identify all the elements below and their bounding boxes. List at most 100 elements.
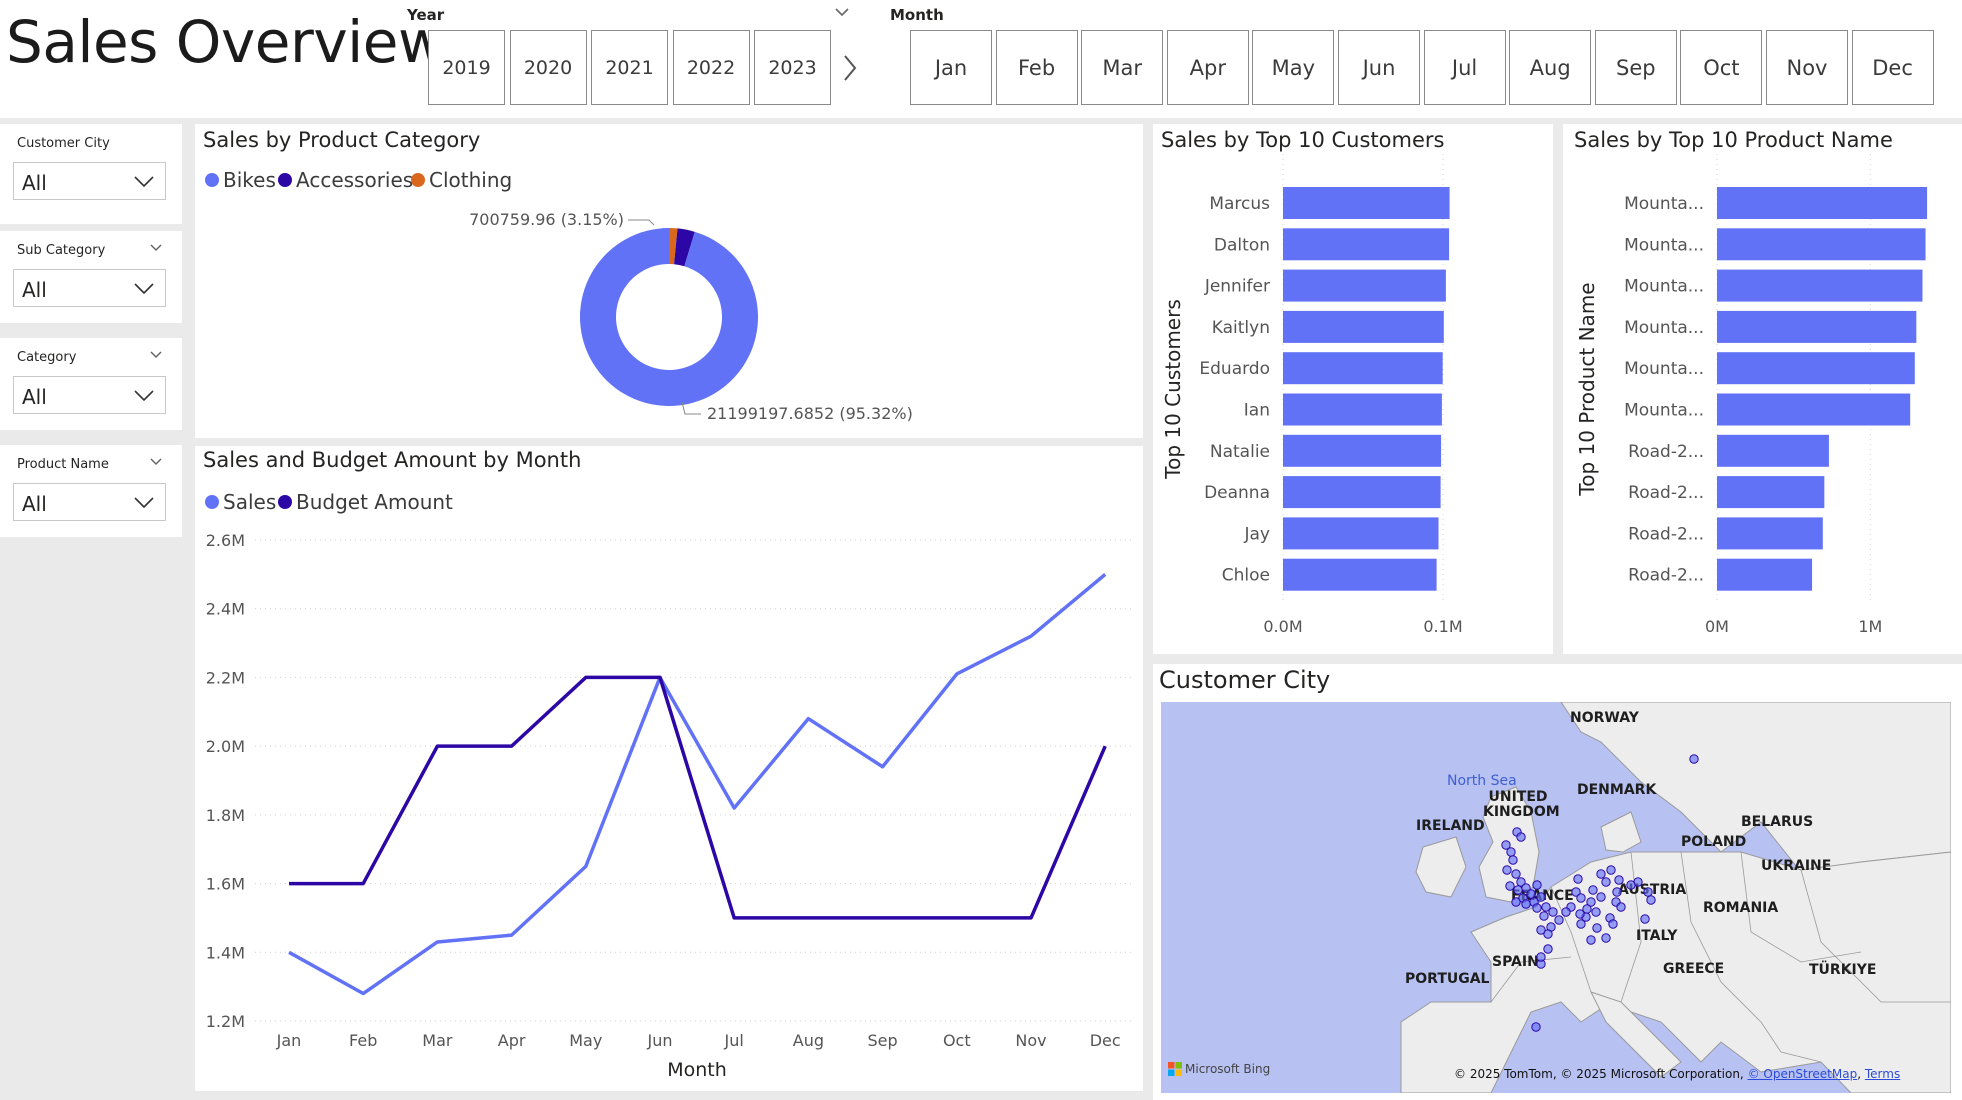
month-tile-jul[interactable]: Jul [1423, 30, 1506, 105]
city-marker[interactable] [1576, 893, 1586, 903]
sub-category-collapse-chevron-icon[interactable] [149, 243, 163, 253]
year-tile-2022[interactable]: 2022 [672, 30, 750, 105]
x-tick-label: Nov [1015, 1031, 1046, 1050]
year-tile-2023[interactable]: 2023 [754, 30, 831, 105]
bar-5[interactable] [1283, 352, 1443, 385]
city-marker[interactable] [1576, 919, 1586, 929]
city-marker[interactable] [1521, 899, 1531, 909]
bar-1[interactable] [1283, 187, 1450, 219]
city-marker[interactable] [1532, 903, 1542, 913]
year-slicer-chevron-down-icon[interactable] [834, 6, 850, 18]
bar-10[interactable] [1283, 558, 1437, 591]
city-marker[interactable] [1536, 952, 1546, 962]
city-marker[interactable] [1640, 914, 1650, 924]
city-marker[interactable] [1531, 1022, 1541, 1032]
city-marker[interactable] [1582, 904, 1592, 914]
month-tile-sep[interactable]: Sep [1594, 30, 1677, 105]
product-name-dropdown[interactable]: All [13, 483, 166, 521]
bar-3[interactable] [1717, 269, 1923, 302]
city-marker[interactable] [1505, 881, 1515, 891]
city-marker[interactable] [1526, 889, 1536, 899]
bar-9[interactable] [1283, 517, 1439, 550]
city-marker[interactable] [1588, 885, 1598, 895]
city-marker[interactable] [1596, 892, 1606, 902]
city-marker[interactable] [1502, 865, 1512, 875]
year-tile-2021[interactable]: 2021 [591, 30, 668, 105]
month-tile-may[interactable]: May [1252, 30, 1335, 105]
city-marker[interactable] [1596, 869, 1606, 879]
customer-city-dropdown[interactable]: All [13, 162, 166, 200]
category-label: Road-2... [1628, 524, 1704, 544]
bar-2[interactable] [1283, 228, 1450, 261]
city-marker[interactable] [1536, 925, 1546, 935]
city-marker[interactable] [1586, 935, 1596, 945]
month-tile-nov[interactable]: Nov [1766, 30, 1848, 105]
bar-4[interactable] [1717, 310, 1917, 343]
line-series-budget-amount[interactable] [289, 675, 1107, 920]
map-city-markers[interactable] [1161, 702, 1951, 1093]
city-marker[interactable] [1506, 847, 1516, 857]
year-scroll-right-icon[interactable] [840, 53, 860, 83]
category-collapse-chevron-icon[interactable] [149, 350, 163, 360]
city-marker[interactable] [1554, 915, 1564, 925]
bar-1[interactable] [1717, 187, 1928, 219]
bar-2[interactable] [1717, 228, 1926, 261]
bar-9[interactable] [1717, 517, 1823, 550]
bar-6[interactable] [1717, 393, 1911, 426]
city-marker[interactable] [1643, 887, 1653, 897]
month-tile-aug[interactable]: Aug [1509, 30, 1592, 105]
city-marker[interactable] [1614, 875, 1624, 885]
city-marker[interactable] [1646, 895, 1656, 905]
bar-8[interactable] [1717, 476, 1825, 509]
city-marker[interactable] [1689, 754, 1699, 764]
bar-3[interactable] [1283, 269, 1446, 302]
category-dropdown[interactable]: All [13, 376, 166, 414]
bar-5[interactable] [1717, 352, 1915, 385]
month-tile-oct[interactable]: Oct [1680, 30, 1763, 105]
city-marker[interactable] [1561, 907, 1571, 917]
city-marker[interactable] [1601, 877, 1611, 887]
city-marker[interactable] [1626, 880, 1636, 890]
year-tile-2020[interactable]: 2020 [509, 30, 587, 105]
city-marker[interactable] [1532, 880, 1542, 890]
city-marker[interactable] [1536, 892, 1546, 902]
city-marker[interactable] [1513, 885, 1523, 895]
bar-10[interactable] [1717, 558, 1813, 591]
customer-city-map[interactable]: NORWAY DENMARK UNITED KINGDOM IRELAND BELARU… [1161, 702, 1951, 1093]
city-marker[interactable] [1539, 911, 1549, 921]
bar-8[interactable] [1283, 476, 1441, 509]
bar-6[interactable] [1283, 393, 1442, 426]
city-marker[interactable] [1511, 897, 1521, 907]
product-name-collapse-chevron-icon[interactable] [149, 457, 163, 467]
month-tile-apr[interactable]: Apr [1166, 30, 1249, 105]
city-marker[interactable] [1508, 855, 1518, 865]
osm-link[interactable]: © OpenStreetMap [1748, 1067, 1858, 1081]
month-tile-jun[interactable]: Jun [1338, 30, 1420, 105]
bar-7[interactable] [1283, 434, 1442, 467]
city-marker[interactable] [1543, 944, 1553, 954]
donut-slice-bikes[interactable] [579, 228, 758, 406]
city-marker[interactable] [1548, 907, 1558, 917]
city-marker[interactable] [1616, 902, 1626, 912]
bar-4[interactable] [1283, 310, 1444, 343]
month-tile-feb[interactable]: Feb [995, 30, 1078, 105]
chevron-down-icon [134, 283, 154, 295]
city-marker[interactable] [1601, 933, 1611, 943]
line-series-sales[interactable] [288, 573, 1107, 996]
city-marker[interactable] [1516, 832, 1526, 842]
sub-category-dropdown[interactable]: All [13, 269, 166, 307]
city-marker[interactable] [1511, 869, 1521, 879]
city-marker[interactable] [1612, 887, 1622, 897]
terms-link[interactable]: Terms [1865, 1067, 1900, 1081]
city-marker[interactable] [1591, 907, 1601, 917]
bar-7[interactable] [1717, 434, 1829, 467]
city-marker[interactable] [1608, 919, 1618, 929]
category-label: Mounta... [1624, 401, 1704, 421]
month-tile-mar[interactable]: Mar [1081, 30, 1164, 105]
month-tile-jan[interactable]: Jan [910, 30, 992, 105]
month-tile-dec[interactable]: Dec [1851, 30, 1934, 105]
city-marker[interactable] [1592, 923, 1602, 933]
city-marker[interactable] [1573, 874, 1583, 884]
city-marker[interactable] [1606, 865, 1616, 875]
year-tile-2019[interactable]: 2019 [428, 30, 505, 105]
